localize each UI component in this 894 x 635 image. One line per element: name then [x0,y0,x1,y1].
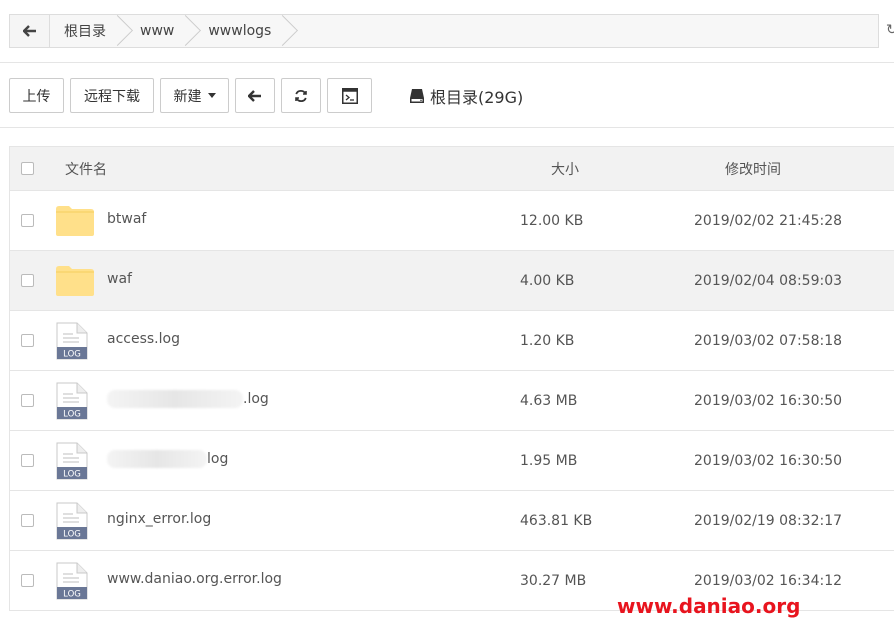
row-checkbox[interactable] [21,394,34,407]
log-file-icon: LOG [55,381,99,421]
breadcrumb-item-www[interactable]: www [126,15,194,47]
caret-down-icon [207,93,216,98]
file-modified: 2019/02/02 21:45:28 [694,212,843,229]
log-badge: LOG [63,589,81,599]
table-row[interactable]: LOG .log 4.63 MB 2019/03/02 16:30:50 [10,371,894,431]
disk-info: 根目录(29G) [409,84,523,108]
file-name[interactable]: waf [107,271,132,287]
column-header-modified[interactable]: 修改时间 [725,159,781,179]
table-header: 文件名 大小 修改时间 [10,146,894,191]
file-size: 4.63 MB [520,392,578,409]
file-size: 463.81 KB [520,512,593,529]
refresh-icon[interactable]: ↻ [886,22,894,38]
file-name[interactable]: nginx_error.log [107,511,211,527]
disk-label: 根目录(29G) [430,87,524,107]
file-name[interactable]: btwaf [107,211,146,227]
breadcrumb-back-button[interactable] [10,15,50,47]
file-modified: 2019/03/02 16:30:50 [694,392,843,409]
breadcrumb: 根目录 www wwwlogs [9,14,879,48]
file-modified: 2019/03/02 16:30:50 [694,452,843,469]
file-name-redacted[interactable]: log [107,449,229,468]
breadcrumb-item-root[interactable]: 根目录 [50,15,126,47]
file-size: 1.95 MB [520,452,578,469]
remote-download-button[interactable]: 远程下载 [70,78,154,113]
file-table: 文件名 大小 修改时间 btwaf 12.00 KB 2019/02/02 21… [9,146,894,611]
file-size: 30.27 MB [520,572,587,589]
file-name-redacted[interactable]: .log [107,389,269,408]
row-checkbox[interactable] [21,514,34,527]
table-row[interactable]: LOG access.log 1.20 KB 2019/03/02 07:58:… [10,311,894,371]
log-badge: LOG [63,349,81,359]
row-checkbox[interactable] [21,574,34,587]
log-file-icon: LOG [55,321,99,361]
breadcrumb-label: wwwlogs [208,23,272,39]
log-file-icon: LOG [55,561,99,601]
redaction-blur [107,449,207,468]
new-dropdown-button[interactable]: 新建 [160,78,229,113]
terminal-button[interactable] [327,78,372,113]
folder-icon [55,261,99,301]
redaction-blur [107,389,243,408]
hdd-icon [410,88,424,103]
new-button-label: 新建 [173,88,202,105]
upload-button[interactable]: 上传 [9,78,64,113]
refresh-icon [295,89,307,102]
file-name-suffix: log [207,450,229,467]
log-badge: LOG [63,409,81,419]
row-checkbox[interactable] [21,214,34,227]
log-badge: LOG [63,469,81,479]
row-checkbox[interactable] [21,454,34,467]
folder-icon [55,201,99,241]
log-file-icon: LOG [55,441,99,481]
table-row[interactable]: waf 4.00 KB 2019/02/04 08:59:03 [10,251,894,311]
breadcrumb-label: 根目录 [64,24,106,40]
file-name[interactable]: www.daniao.org.error.log [107,571,282,587]
toolbar: 上传 远程下载 新建 根目录(29G) [9,78,523,113]
arrow-left-icon [248,89,261,102]
select-all-checkbox[interactable] [21,162,34,175]
table-row[interactable]: LOG log 1.95 MB 2019/03/02 16:30:50 [10,431,894,491]
column-header-name[interactable]: 文件名 [65,159,551,179]
file-modified: 2019/03/02 07:58:18 [694,332,843,349]
file-size: 4.00 KB [520,272,575,289]
breadcrumb-label: www [140,23,175,39]
log-file-icon: LOG [55,501,99,541]
file-modified: 2019/03/02 16:34:12 [694,572,843,589]
divider [0,127,894,128]
table-row[interactable]: btwaf 12.00 KB 2019/02/02 21:45:28 [10,191,894,251]
file-size: 12.00 KB [520,212,584,229]
back-button[interactable] [235,78,275,113]
breadcrumb-item-wwwlogs[interactable]: wwwlogs [194,15,291,47]
table-row[interactable]: LOG nginx_error.log 463.81 KB 2019/02/19… [10,491,894,551]
row-checkbox[interactable] [21,274,34,287]
file-modified: 2019/02/19 08:32:17 [694,512,843,529]
terminal-icon [341,87,358,104]
arrow-left-icon [22,25,36,37]
column-header-size[interactable]: 大小 [551,159,725,179]
file-name[interactable]: access.log [107,331,180,347]
file-modified: 2019/02/04 08:59:03 [694,272,843,289]
divider [0,62,894,63]
file-name-suffix: .log [243,390,269,407]
file-size: 1.20 KB [520,332,575,349]
watermark: www.daniao.org [617,594,801,618]
row-checkbox[interactable] [21,334,34,347]
log-badge: LOG [63,529,81,539]
refresh-button[interactable] [281,78,321,113]
